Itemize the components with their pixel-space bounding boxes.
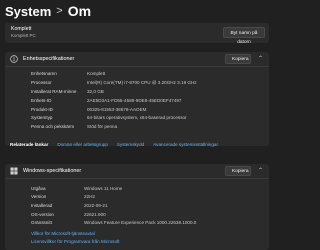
rename-pc-button[interactable]: Byt namn på datorn [223,27,265,45]
spec-row: Penna och pekskärm Stöd för penna [31,122,197,131]
related-links: Relaterade länkar Domän eller arbetsgrup… [10,142,218,147]
breadcrumb: System > Om [5,3,91,19]
spec-row: Processor Intel(R) Core(TM) i7-8700 CPU @… [31,78,197,87]
pc-name-card: Komplett Komplett PC Byt namn på datorn [5,23,269,45]
spec-row: Produkt-ID 00325-81553-38678-AAOEM [31,105,197,114]
info-icon [10,55,18,63]
spec-key: Processor [31,79,52,85]
spec-row: Enhetsnamn Komplett [31,69,197,78]
related-links-label: Relaterade länkar [10,142,49,147]
chevron-right-icon: > [56,5,63,17]
spec-key: Systemtyp [31,115,53,121]
section-title: Windows-specifikationer [23,168,82,174]
page-title: Om [67,3,92,19]
spec-key: Utgåva [31,185,46,191]
section-title: Enhetsspecifikationer [23,56,75,62]
spec-row: Utgåva Windows 11 Home [31,184,196,193]
spec-value: 22621.900 [84,211,106,217]
pc-subtitle: Komplett PC [11,33,36,38]
spec-key: Installerat RAM-minne [31,88,77,94]
spec-value: 32,0 GB [87,88,104,94]
spec-list: Utgåva Windows 11 Home Version 22H2 Instal… [31,184,196,227]
windows-specs-header[interactable]: Windows-specifikationer Kopiera ⌃ [5,164,269,178]
spec-value: 00325-81553-38678-AAOEM [87,106,147,112]
spec-value: Intel(R) Core(TM) i7-8700 CPU @ 3.20GHz … [87,79,197,85]
spec-row: Installerad 2022-09-21 [31,201,196,210]
spec-key: Installerad [31,202,53,208]
spec-row: Installerat RAM-minne 32,0 GB [31,87,197,96]
divider [5,178,269,179]
spec-key: Gränssnitt [31,220,52,226]
link-domain-workgroup[interactable]: Domän eller arbetsgrupp [57,142,108,147]
copy-button[interactable]: Kopiera [225,166,251,176]
spec-value: 22H2 [84,194,95,200]
copy-button[interactable]: Kopiera [225,54,251,64]
spec-row: Enhets-ID 2AE5D3A1-FD55-4588-9DE8-45ED0EF… [31,96,197,105]
spec-key: Version [31,194,47,200]
spec-list: Enhetsnamn Komplett Processor Intel(R) Cor… [31,69,197,131]
spec-value: Windows 11 Home [84,185,123,191]
breadcrumb-parent[interactable]: System [5,4,51,19]
device-specs-header[interactable]: Enhetsspecifikationer Kopiera ⌃ [5,52,269,66]
spec-value: Komplett [87,70,106,76]
link-system-protection[interactable]: Systemskydd [117,142,144,147]
spec-row: Systemtyp 64-bitars operativsystem, x64-b… [31,113,197,122]
spec-value: 2022-09-21 [84,202,108,208]
spec-value: Windows Feature Experience Pack 1000.226… [84,220,197,226]
device-specs-card: Enhetsspecifikationer Kopiera ⌃ Enhetsna… [5,52,269,146]
divider [5,66,269,67]
windows-specs-card: Windows-specifikationer Kopiera ⌃ Utgåva… [5,164,269,250]
spec-key: Produkt-ID [31,106,53,112]
pc-name: Komplett [11,26,32,32]
chevron-up-icon[interactable]: ⌃ [258,55,263,62]
spec-value: 2AE5D3A1-FD55-4588-9DE8-45ED0EF47497 [87,97,182,103]
spec-value: Stöd för penna [87,124,118,130]
link-advanced-settings[interactable]: Avancerade systeminställningar [153,142,218,147]
spec-row: Version 22H2 [31,193,196,202]
link-services-agreement[interactable]: Villkor för Microsoft-tjänsteavtal [31,231,95,236]
spec-key: Enhets-ID [31,97,52,103]
spec-value: 64-bitars operativsystem, x64-baserad pr… [87,115,187,121]
link-license-terms[interactable]: Licensvillkor för Programvara från Micro… [31,239,120,244]
spec-key: OS-version [31,211,54,217]
spec-row: Gränssnitt Windows Feature Experience Pac… [31,218,196,227]
spec-key: Enhetsnamn [31,70,57,76]
spec-key: Penna och pekskärm [31,124,75,130]
spec-row: OS-version 22621.900 [31,210,196,219]
chevron-up-icon[interactable]: ⌃ [258,167,263,174]
windows-logo-icon [10,167,18,175]
